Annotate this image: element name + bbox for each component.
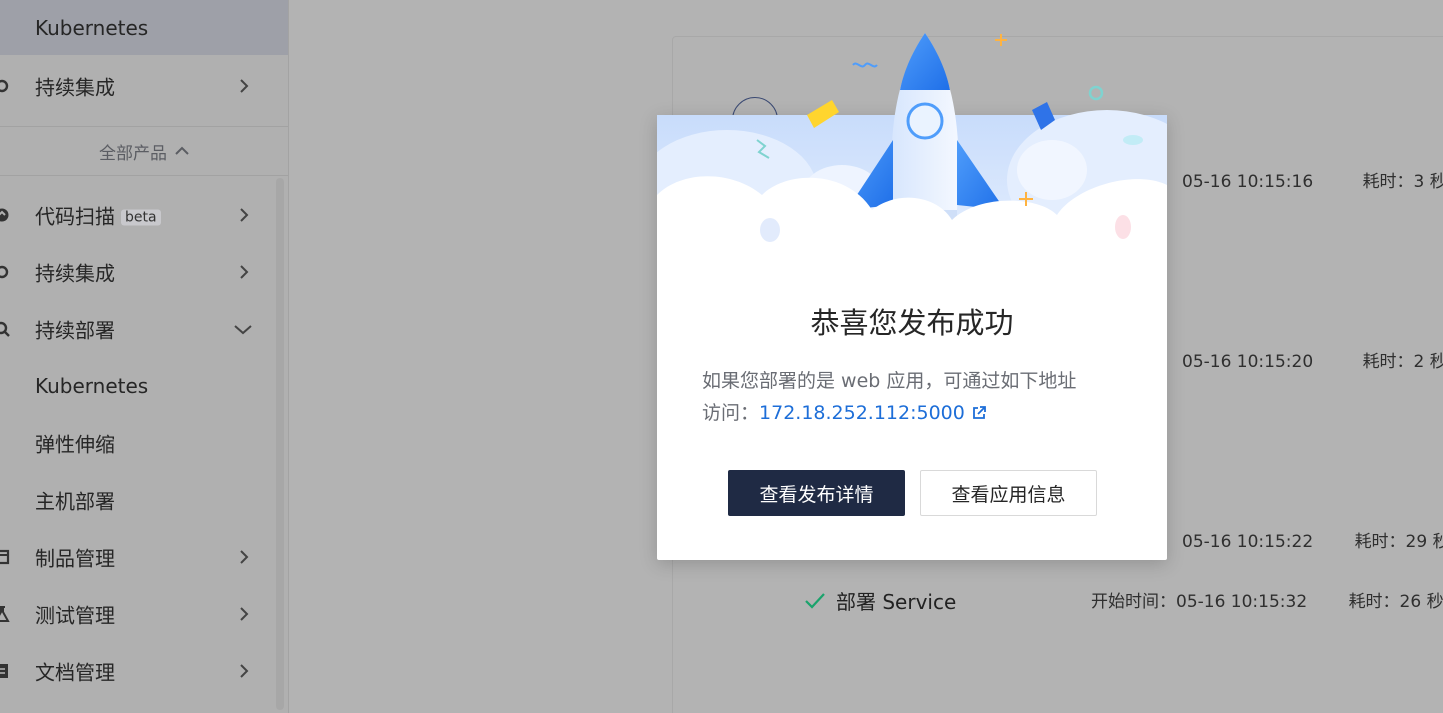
chevron-right-icon: [240, 606, 249, 621]
all-products-toggle[interactable]: 全部产品: [0, 127, 288, 175]
scan-icon: [0, 208, 9, 221]
app-address[interactable]: 172.18.252.112:5000: [759, 402, 965, 424]
sidebar: Kubernetes 持续集成 全部产品 代码扫描 beta 持续集成 持续部署 …: [0, 0, 289, 713]
sidebar-item-label: Kubernetes: [35, 373, 149, 398]
chevron-right-icon: [240, 78, 249, 93]
chevron-right-icon: [240, 264, 249, 279]
chevron-right-icon: [240, 207, 249, 222]
sidebar-item-artifacts[interactable]: 制品管理: [0, 528, 288, 585]
link-prefix: 访问：: [702, 402, 760, 424]
sidebar-item-kubernetes-top[interactable]: Kubernetes: [0, 0, 288, 55]
chevron-up-icon: [175, 146, 189, 155]
chevron-right-icon: [240, 663, 249, 678]
deploy-icon: [0, 321, 10, 337]
beta-badge: beta: [121, 209, 161, 226]
sidebar-item-label: 持续集成: [35, 75, 115, 99]
sidebar-item-label: 持续集成: [35, 261, 115, 285]
modal-description: 如果您部署的是 web 应用，可通过如下地址 访问：172.18.252.112…: [702, 365, 1122, 429]
sidebar-item-label: 弹性伸缩: [35, 432, 115, 456]
rocket-illustration: [657, 33, 1167, 280]
sidebar-item-label: Kubernetes: [35, 15, 149, 40]
sidebar-scrollbar[interactable]: [276, 178, 284, 710]
step-time-row: 开始时间：05-16 10:15:32 耗时：26 秒: [1091, 587, 1443, 612]
sidebar-item-code-scan[interactable]: 代码扫描 beta: [0, 186, 288, 243]
ci-icon: [0, 79, 9, 92]
chevron-right-icon: [240, 549, 249, 564]
step-deploy-service[interactable]: 部署 Service: [804, 586, 956, 615]
step-time-row: 05-16 10:15:22 耗时：29 秒: [1182, 527, 1443, 552]
sidebar-item-label: 持续部署: [35, 318, 115, 342]
app-address-link[interactable]: 172.18.252.112:5000: [759, 402, 987, 424]
sidebar-item-docs[interactable]: 文档管理: [0, 642, 288, 699]
step-start-time: 05-16 10:15:22: [1182, 532, 1314, 552]
step-duration: 耗时：26 秒: [1348, 592, 1443, 612]
chevron-down-icon: [234, 324, 252, 334]
group-label: 全部产品: [99, 143, 167, 164]
sidebar-item-label: 文档管理: [35, 660, 115, 684]
step-label: 部署 Service: [836, 590, 957, 614]
step-duration: 耗时：29 秒: [1354, 532, 1443, 552]
sidebar-item-label: 主机部署: [35, 489, 115, 513]
sidebar-item-host-deploy[interactable]: 主机部署: [0, 471, 288, 528]
sidebar-item-cd[interactable]: 持续部署: [0, 300, 288, 357]
step-start-time: 05-16 10:15:20: [1182, 352, 1314, 372]
test-icon: [0, 605, 10, 622]
step-duration: 耗时：2 秒: [1362, 352, 1443, 372]
sidebar-item-ci[interactable]: 持续集成: [0, 57, 288, 114]
step-start-time: 05-16 10:15:16: [1182, 172, 1314, 192]
sidebar-item-kubernetes[interactable]: Kubernetes: [0, 357, 288, 414]
external-link-icon[interactable]: [971, 405, 987, 421]
step-time-row: 05-16 10:15:16 耗时：3 秒: [1182, 167, 1443, 192]
sidebar-item-ci-2[interactable]: 持续集成: [0, 243, 288, 300]
view-release-details-button[interactable]: 查看发布详情: [728, 470, 905, 516]
step-duration: 耗时：3 秒: [1362, 172, 1443, 192]
modal-desc-link-line: 访问：172.18.252.112:5000: [702, 397, 1122, 429]
view-app-info-button[interactable]: 查看应用信息: [920, 470, 1097, 516]
ci-icon: [0, 265, 9, 278]
sidebar-divider: [0, 175, 288, 176]
sidebar-item-label: 代码扫描: [35, 204, 115, 228]
modal-desc-line: 如果您部署的是 web 应用，可通过如下地址: [702, 370, 1077, 392]
check-icon: [805, 592, 825, 609]
artifact-icon: [0, 549, 10, 564]
sidebar-item-label: 制品管理: [35, 546, 115, 570]
sidebar-item-testing[interactable]: 测试管理: [0, 585, 288, 642]
doc-icon: [0, 663, 8, 678]
step-time-row: 05-16 10:15:20 耗时：2 秒: [1182, 347, 1443, 372]
step-start-time: 开始时间：05-16 10:15:32: [1091, 592, 1308, 612]
sidebar-item-label: 测试管理: [35, 603, 115, 627]
sidebar-item-autoscale[interactable]: 弹性伸缩: [0, 414, 288, 471]
modal-title: 恭喜您发布成功: [810, 306, 1014, 340]
